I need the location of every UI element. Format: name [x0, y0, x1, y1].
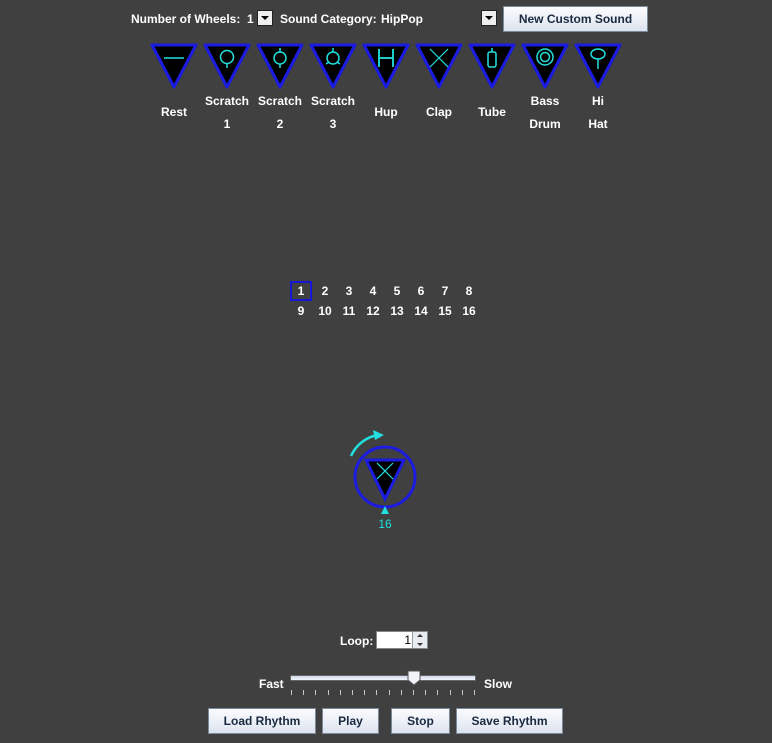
beat-6-option[interactable]: 6: [410, 281, 432, 301]
slider-tick: [461, 690, 463, 695]
slider-tick: [400, 690, 402, 695]
sound-label: Rest: [160, 105, 187, 119]
scratch3-icon[interactable]: [309, 43, 357, 89]
wheels-label: Number of Wheels:: [131, 12, 241, 26]
sound-label: Bass: [530, 94, 560, 108]
clap-icon: [363, 458, 407, 503]
loop-value[interactable]: 1: [404, 633, 411, 647]
sound-label: Scratch: [204, 94, 250, 108]
new-custom-sound-button[interactable]: New Custom Sound: [503, 6, 648, 32]
beat-1-option[interactable]: 1: [290, 281, 312, 301]
sound-label: Tube: [478, 105, 506, 119]
slider-tick: [291, 690, 292, 695]
stop-button[interactable]: Stop: [391, 708, 450, 734]
slider-tick: [303, 690, 305, 695]
slow-label: Slow: [484, 677, 513, 691]
beat-7-option[interactable]: 7: [434, 281, 456, 301]
wheels-dropdown-button[interactable]: [257, 10, 273, 26]
beat-8-option[interactable]: 8: [458, 281, 480, 301]
rest-icon[interactable]: [150, 43, 198, 89]
sound-rest[interactable]: Rest: [150, 43, 198, 124]
slider-tick: [388, 690, 390, 695]
sound-tube[interactable]: Tube: [468, 43, 516, 124]
clap-icon[interactable]: [415, 43, 463, 89]
sound-label-line2: 3: [329, 117, 337, 131]
wheel-beat-count: 16: [378, 517, 392, 531]
beat-13-option[interactable]: 13: [386, 301, 408, 321]
sound-label: Clap: [425, 105, 452, 119]
sound-label-line2: Drum: [529, 117, 561, 131]
slider-tick: [437, 690, 439, 695]
beat-5-option[interactable]: 5: [386, 281, 408, 301]
sound-label-line2: 2: [276, 117, 284, 131]
tempo-slider-track[interactable]: [290, 675, 476, 681]
sound-scratch3[interactable]: Scratch 3: [309, 43, 357, 136]
slider-tick: [352, 690, 353, 695]
slider-tick: [449, 690, 451, 695]
loop-decrement-button[interactable]: [412, 640, 427, 648]
rhythm-wheel[interactable]: [340, 425, 430, 515]
beat-14-option[interactable]: 14: [410, 301, 432, 321]
beat-9-option[interactable]: 9: [290, 301, 312, 321]
slider-tick: [474, 690, 475, 695]
category-label: Sound Category:: [280, 12, 377, 26]
slider-tick: [339, 690, 341, 695]
tempo-slider-thumb[interactable]: [407, 670, 421, 686]
scratch2-icon[interactable]: [256, 43, 304, 89]
sound-scratch2[interactable]: Scratch 2: [256, 43, 304, 136]
slider-tick: [413, 690, 414, 695]
fast-label: Fast: [259, 677, 284, 691]
beat-10-option[interactable]: 10: [314, 301, 336, 321]
slider-tick: [364, 690, 366, 695]
hup-icon[interactable]: [362, 43, 410, 89]
rotation-arrow-icon: [349, 433, 379, 457]
sound-label: Scratch: [310, 94, 356, 108]
tube-icon[interactable]: [468, 43, 516, 89]
slider-tick: [327, 690, 329, 695]
beat-4-option[interactable]: 4: [362, 281, 384, 301]
slider-tick: [425, 690, 427, 695]
beat-3-option[interactable]: 3: [338, 281, 360, 301]
loop-spinner[interactable]: 1: [376, 631, 428, 649]
sound-scratch1[interactable]: Scratch 1: [203, 43, 251, 136]
sound-clap[interactable]: Clap: [415, 43, 463, 124]
category-dropdown-button[interactable]: [481, 10, 497, 26]
sound-label: Hup: [374, 105, 398, 119]
sound-bass-drum[interactable]: Bass Drum: [521, 43, 569, 136]
load-rhythm-button[interactable]: Load Rhythm: [208, 708, 316, 734]
slider-tick: [376, 690, 378, 695]
hi-hat-icon[interactable]: [574, 43, 622, 89]
sound-label: Hi: [592, 94, 604, 108]
play-button[interactable]: Play: [322, 708, 379, 734]
slider-tick: [315, 690, 317, 695]
sound-label-line2: 1: [223, 117, 231, 131]
beat-11-option[interactable]: 11: [338, 301, 360, 321]
sound-hup[interactable]: Hup: [362, 43, 410, 124]
sound-label-line2: Hat: [588, 117, 608, 131]
beat-2-option[interactable]: 2: [314, 281, 336, 301]
scratch1-icon[interactable]: [203, 43, 251, 89]
loop-label: Loop:: [340, 634, 374, 648]
bass-drum-icon[interactable]: [521, 43, 569, 89]
category-value[interactable]: HipPop: [381, 12, 423, 26]
beat-15-option[interactable]: 15: [434, 301, 456, 321]
beat-16-option[interactable]: 16: [458, 301, 480, 321]
sound-label: Scratch: [257, 94, 303, 108]
wheels-value[interactable]: 1: [247, 12, 254, 26]
save-rhythm-button[interactable]: Save Rhythm: [456, 708, 563, 734]
sound-hi-hat[interactable]: Hi Hat: [574, 43, 622, 136]
beat-12-option[interactable]: 12: [362, 301, 384, 321]
